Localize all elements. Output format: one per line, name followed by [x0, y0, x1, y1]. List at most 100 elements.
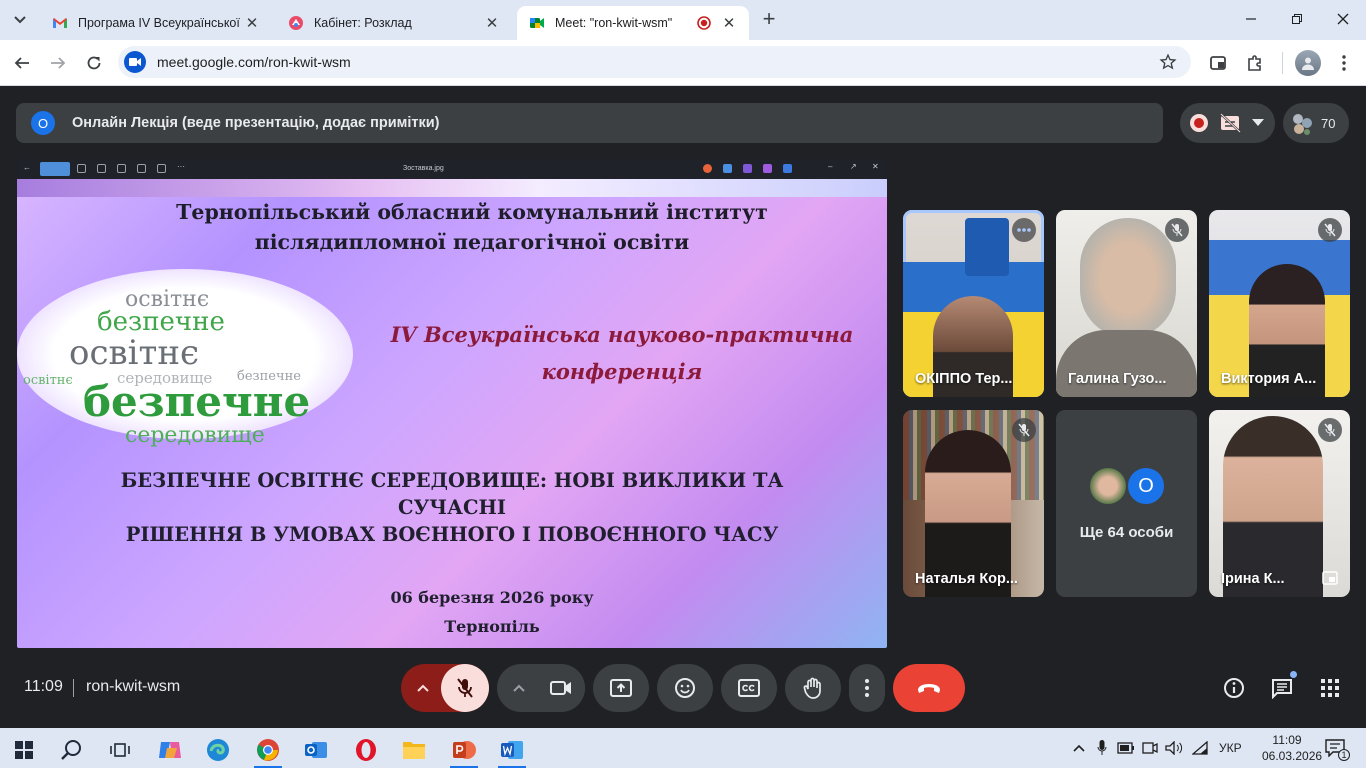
participant-tile[interactable]: Галина Гузо...	[1056, 210, 1197, 397]
edge-app[interactable]	[198, 732, 238, 768]
minimize-button[interactable]	[1240, 8, 1262, 30]
institute-line-2: післядипломної педагогічної освіти	[254, 230, 690, 254]
reactions-button[interactable]	[657, 664, 713, 712]
info-icon	[1224, 678, 1244, 698]
tab-search-button[interactable]	[8, 9, 32, 31]
extensions-button[interactable]	[1243, 51, 1267, 75]
network-tray[interactable]	[1191, 739, 1209, 757]
notification-dot	[1290, 671, 1297, 678]
opera-app[interactable]	[346, 732, 386, 768]
tab-cabinet[interactable]: Кабінет: Розклад ✕	[276, 6, 512, 40]
camera-in-use-tray[interactable]	[1141, 739, 1159, 757]
raise-hand-button[interactable]	[785, 664, 841, 712]
recording-controls[interactable]	[1180, 103, 1275, 143]
cloud-word: освітнє	[69, 333, 200, 373]
battery-icon	[1117, 742, 1134, 754]
profile-avatar[interactable]	[1295, 50, 1321, 76]
folder-icon	[403, 742, 425, 759]
leave-call-button[interactable]	[893, 664, 965, 712]
present-screen-button[interactable]	[593, 664, 649, 712]
browser-toolbar: meet.google.com/ron-kwit-wsm	[0, 40, 1366, 86]
windows-logo-icon	[15, 741, 33, 759]
avatar	[1088, 466, 1128, 506]
word-app[interactable]	[492, 732, 532, 768]
restore-icon	[1292, 14, 1302, 24]
tab-gmail[interactable]: Програма IV Всеукраїнської на ✕	[40, 6, 272, 40]
close-icon[interactable]: ✕	[244, 15, 260, 32]
show-hidden-icons-button[interactable]	[1070, 739, 1088, 757]
powerpoint-icon	[453, 741, 476, 759]
chrome-app[interactable]	[248, 732, 288, 768]
participant-tile[interactable]: Наталья Кор...	[903, 410, 1044, 597]
volume-tray[interactable]	[1165, 739, 1183, 757]
microphone-tray[interactable]	[1093, 739, 1111, 757]
speaker-icon	[1165, 741, 1183, 755]
more-options-button[interactable]	[849, 664, 885, 712]
browser-menu-button[interactable]	[1332, 51, 1356, 75]
slide-theme: БЕЗПЕЧНЕ ОСВІТНЄ СЕРЕДОВИЩЕ: НОВІ ВИКЛИК…	[77, 467, 827, 548]
mic-muted-indicator	[1165, 218, 1189, 242]
bookmark-star-icon[interactable]	[1159, 53, 1177, 71]
search-button[interactable]	[52, 732, 92, 768]
cloud-word: безпечне	[237, 369, 301, 384]
address-bar[interactable]: meet.google.com/ron-kwit-wsm	[118, 46, 1191, 78]
meeting-clock: 11:09	[24, 678, 63, 695]
microphone-control[interactable]	[401, 664, 489, 712]
participant-name: Виктория А...	[1221, 371, 1317, 387]
captions-button[interactable]	[721, 664, 777, 712]
opera-icon	[356, 739, 376, 761]
outlook-app[interactable]	[296, 732, 336, 768]
gmail-icon	[53, 18, 67, 28]
outlook-icon	[305, 742, 327, 758]
reload-button[interactable]	[82, 51, 106, 75]
notifications-button[interactable]: 1	[1324, 739, 1350, 761]
close-icon[interactable]: ✕	[484, 15, 500, 32]
activities-button[interactable]	[1317, 675, 1343, 701]
file-explorer-app[interactable]	[394, 732, 434, 768]
mic-muted-indicator	[1318, 418, 1342, 442]
meeting-details-button[interactable]	[1221, 675, 1247, 701]
new-tab-button[interactable]: +	[758, 8, 780, 31]
task-view-button[interactable]	[100, 732, 140, 768]
back-button[interactable]	[10, 51, 34, 75]
chat-button[interactable]	[1269, 671, 1297, 701]
participants-pill[interactable]: 70	[1283, 103, 1349, 143]
cast-icon	[1210, 56, 1226, 70]
search-icon	[61, 740, 81, 760]
start-button[interactable]	[4, 732, 44, 768]
app-icon	[743, 164, 752, 173]
chevron-up-icon[interactable]	[417, 684, 429, 692]
word-cloud: освітнє безпечне освітнє середовище безп…	[17, 269, 353, 448]
system-clock[interactable]: 11:09 06.03.2026	[1262, 732, 1322, 764]
cabinet-icon	[289, 16, 303, 30]
participant-tile[interactable]: Виктория А...	[1209, 210, 1350, 397]
chevron-up-icon[interactable]	[513, 684, 525, 692]
tab-cast-button[interactable]	[1206, 51, 1230, 75]
more-options-button[interactable]	[1012, 218, 1036, 242]
chrome-icon	[257, 739, 279, 761]
camera-toggle[interactable]	[537, 664, 585, 712]
copilot-app[interactable]	[150, 732, 190, 768]
camera-icon[interactable]	[124, 51, 146, 73]
recording-icon	[1190, 114, 1208, 132]
viewer-filename: Зоставка.jpg	[403, 165, 444, 172]
participant-tile[interactable]: ОКІППО Тер...	[903, 210, 1044, 397]
input-language[interactable]: УКР	[1219, 741, 1242, 755]
close-icon[interactable]: ✕	[721, 15, 737, 32]
camera-control[interactable]	[497, 664, 585, 712]
powerpoint-app[interactable]	[444, 732, 484, 768]
theme-line-2: РІШЕННЯ В УМОВАХ ВОЄННОГО І ПОВОЄННОГО Ч…	[125, 523, 779, 546]
participant-tile[interactable]: Ірина К...	[1209, 410, 1350, 597]
window-close-button[interactable]	[1332, 8, 1354, 30]
divider	[73, 679, 74, 697]
puzzle-icon	[1248, 55, 1261, 71]
forward-button[interactable]	[46, 51, 70, 75]
notification-count: 1	[1338, 749, 1350, 761]
microphone-toggle[interactable]	[441, 664, 489, 712]
battery-tray[interactable]	[1117, 739, 1135, 757]
more-participants-tile[interactable]: О Ще 64 особи	[1056, 410, 1197, 597]
tab-meet[interactable]: Meet: "ron-kwit-wsm" ✕	[517, 6, 749, 40]
maximize-icon: ↗	[850, 162, 857, 171]
restore-button[interactable]	[1286, 8, 1308, 30]
conference-line-2: конференція	[541, 359, 703, 384]
